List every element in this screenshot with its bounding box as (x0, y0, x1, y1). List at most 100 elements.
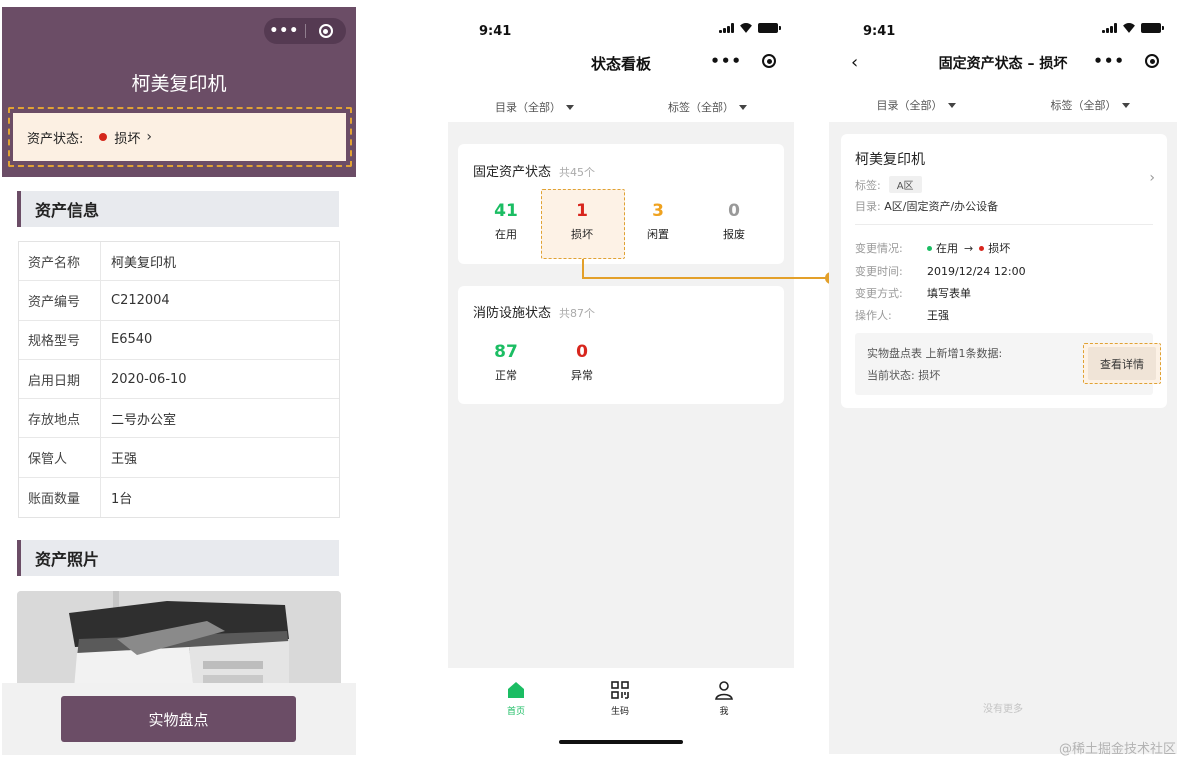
stat-item[interactable]: 3 闲置 (623, 201, 693, 242)
stat-item[interactable]: 0 报废 (699, 201, 769, 242)
nav-capsule: ••• (710, 52, 776, 70)
battery-icon (1141, 23, 1164, 33)
fixed-asset-status-screen: 9:41 ‹ 固定资产状态 – 损坏 ••• 目录（全部） 标签（全部） 柯美复… (829, 6, 1177, 754)
info-value: 1台 (111, 491, 133, 507)
wifi-icon (1122, 23, 1136, 33)
signal-icon (719, 23, 734, 33)
tab-home[interactable]: 首页 (486, 680, 546, 717)
close-miniprogram-icon[interactable] (1145, 54, 1159, 68)
detail-body: 资产信息 资产名称 柯美复印机 资产编号 C212004 规格型号 E6540 启用日期 20… (2, 177, 356, 755)
more-menu-icon[interactable]: ••• (264, 18, 305, 44)
catalog-value: A区/固定资产/办公设备 (884, 200, 999, 213)
stat-number: 3 (652, 201, 664, 221)
info-row: 存放地点 二号办公室 (19, 399, 339, 439)
operator-row: 操作人: 王强 (855, 307, 949, 323)
status-record-card[interactable]: 柯美复印机 标签: A区 目录: A区/固定资产/办公设备 › 变更情况: 在用 … (841, 134, 1167, 408)
in-use-dot-icon (927, 245, 932, 251)
fire-facility-count: 共87个 (559, 307, 596, 320)
more-menu-icon[interactable]: ••• (710, 52, 742, 70)
tag-filter-label: 标签（全部） (1050, 99, 1117, 112)
watermark: @稀土掘金技术社区 (1058, 742, 1176, 757)
tag-label: 标签: (855, 179, 881, 192)
caret-down-icon (566, 104, 574, 110)
divider (855, 224, 1153, 225)
info-row: 资产名称 柯美复印机 (19, 242, 339, 282)
info-value: 二号办公室 (111, 412, 177, 428)
info-row: 保管人 王强 (19, 438, 339, 478)
info-label: 启用日期 (19, 359, 101, 399)
detail-header: ••• 柯美复印机 资产状态: 损坏 › (2, 7, 356, 177)
nav-capsule: ••• (1093, 52, 1159, 70)
connector-line (582, 277, 830, 279)
method-label: 变更方式: (855, 287, 903, 300)
stat-number: 1 (576, 201, 588, 221)
stat-item[interactable]: 87 正常 (471, 342, 541, 383)
no-more-text: 没有更多 (983, 704, 1023, 715)
info-label: 规格型号 (19, 320, 101, 359)
change-method-row: 变更方式: 填写表单 (855, 285, 971, 301)
asset-status-row[interactable]: 资产状态: 损坏 › (13, 113, 346, 161)
stat-number: 0 (576, 342, 588, 362)
status-dot-icon (99, 133, 108, 141)
more-menu-icon[interactable]: ••• (1093, 52, 1125, 70)
user-icon (694, 680, 754, 700)
status-bar-icons (1102, 23, 1164, 33)
stat-label: 闲置 (647, 228, 669, 241)
status-bar-icons (719, 23, 781, 33)
info-value: 王强 (111, 452, 138, 468)
info-label: 保管人 (19, 438, 101, 477)
stat-item[interactable]: 0 异常 (547, 342, 617, 383)
status-bar-time: 9:41 (479, 24, 512, 39)
catalog-filter[interactable]: 目录（全部） (448, 99, 621, 115)
stat-item[interactable]: 41 在用 (471, 201, 541, 242)
caret-down-icon (739, 104, 747, 110)
record-catalog-line: 目录: A区/固定资产/办公设备 (855, 198, 998, 214)
info-label: 资产名称 (19, 242, 101, 281)
tag-filter[interactable]: 标签（全部） (621, 99, 794, 115)
close-miniprogram-icon[interactable] (762, 54, 776, 68)
mini-program-capsule: ••• (264, 18, 346, 44)
battery-icon (758, 23, 781, 33)
catalog-filter-label: 目录（全部） (876, 99, 943, 112)
operator-value: 王强 (927, 309, 949, 322)
time-label: 变更时间: (855, 265, 903, 278)
catalog-filter-label: 目录（全部） (495, 101, 561, 114)
tab-me[interactable]: 我 (694, 680, 754, 717)
physical-inventory-button[interactable]: 实物盘点 (61, 696, 296, 742)
source-note-box: 实物盘点表 上新增1条数据: 当前状态: 损坏 查看详情 (855, 333, 1161, 395)
tag-filter[interactable]: 标签（全部） (1003, 97, 1177, 113)
view-details-button[interactable]: 查看详情 (1088, 347, 1156, 380)
fixed-asset-title: 固定资产状态 (473, 165, 552, 180)
home-indicator (559, 740, 683, 744)
stat-label: 报废 (723, 228, 745, 241)
asset-detail-screen: ••• 柯美复印机 资产状态: 损坏 › 资产信息 资产名称 柯美复印机 资产编号 C… (2, 7, 356, 755)
record-tag-line: 标签: A区 (855, 176, 922, 193)
tab-label: 首页 (506, 707, 525, 717)
card-title: 固定资产状态 共45个 (473, 161, 595, 180)
qr-code-icon (590, 680, 650, 700)
status-list-header: 9:41 ‹ 固定资产状态 – 损坏 ••• 目录（全部） 标签（全部） (829, 6, 1177, 122)
filter-bar: 目录（全部） 标签（全部） (448, 99, 794, 115)
tab-generate-code[interactable]: 生码 (590, 680, 650, 717)
stat-number: 0 (728, 201, 740, 221)
info-row: 规格型号 E6540 (19, 320, 339, 360)
signal-icon (1102, 23, 1117, 33)
dashboard-header: 9:41 状态看板 ••• 目录（全部） 标签（全部） (448, 6, 794, 122)
info-row: 启用日期 2020-06-10 (19, 359, 339, 400)
catalog-filter[interactable]: 目录（全部） (829, 97, 1003, 113)
info-value: E6540 (111, 332, 153, 348)
change-from: 在用 (936, 242, 958, 255)
tab-label: 生码 (610, 707, 629, 717)
page-title: 柯美复印机 (131, 73, 227, 95)
stat-item[interactable]: 1 损坏 (547, 201, 617, 242)
status-dashboard-screen: 9:41 状态看板 ••• 目录（全部） 标签（全部） 固定资产状态 共45个 4… (448, 6, 794, 754)
status-bar-time: 9:41 (863, 24, 896, 39)
section-title-asset-photo: 资产照片 (17, 540, 339, 576)
stat-label: 损坏 (571, 228, 593, 241)
card-title: 消防设施状态 共87个 (473, 302, 595, 321)
asset-info-table: 资产名称 柯美复印机 资产编号 C212004 规格型号 E6540 启用日期 2020-06… (18, 241, 340, 519)
info-row: 账面数量 1台 (19, 477, 339, 518)
close-miniprogram-icon[interactable] (306, 18, 347, 44)
section-title-asset-info: 资产信息 (17, 191, 339, 227)
note-line: 当前状态: 损坏 (867, 369, 941, 382)
